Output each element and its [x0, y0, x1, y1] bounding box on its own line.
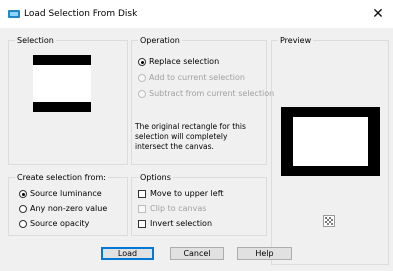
- title-bar: Load Selection From Disk ✕: [0, 0, 393, 28]
- help-button[interactable]: Help: [237, 247, 292, 260]
- move-to-upper-left-checkbox[interactable]: [138, 190, 146, 198]
- selection-panel: Selection: [8, 36, 128, 165]
- any-non-zero-radio[interactable]: [19, 205, 27, 213]
- selection-thumbnail-bottom-bar: [33, 102, 91, 112]
- close-icon[interactable]: ✕: [369, 5, 387, 23]
- clip-to-canvas-checkbox[interactable]: [138, 205, 146, 213]
- preview-image-inner: [293, 117, 368, 166]
- operation-panel: Operation Replace selection Add to curre…: [131, 36, 274, 165]
- preview-panel-title: Preview: [278, 36, 314, 45]
- subtract-from-selection-label: Subtract from current selection: [149, 89, 275, 98]
- preview-image: [281, 107, 380, 176]
- replace-selection-option[interactable]: Replace selection: [138, 57, 264, 67]
- intersect-message: The original rectangle for this selectio…: [135, 122, 246, 151]
- operation-panel-title: Operation: [138, 36, 182, 45]
- add-to-selection-radio[interactable]: [138, 74, 146, 82]
- any-non-zero-label: Any non-zero value: [30, 204, 108, 213]
- selection-panel-title: Selection: [15, 36, 56, 45]
- invert-selection-option[interactable]: Invert selection: [138, 219, 264, 229]
- options-panel: Options Move to upper left Clip to canva…: [131, 173, 267, 236]
- source-opacity-option[interactable]: Source opacity: [19, 219, 124, 229]
- load-button[interactable]: Load: [101, 247, 154, 260]
- replace-selection-label: Replace selection: [149, 57, 220, 66]
- subtract-from-selection-option[interactable]: Subtract from current selection: [138, 89, 274, 99]
- app-icon: [8, 10, 20, 18]
- create-selection-from-title: Create selection from:: [15, 173, 108, 182]
- invert-selection-checkbox[interactable]: [138, 220, 146, 228]
- source-opacity-label: Source opacity: [30, 219, 90, 228]
- invert-selection-label: Invert selection: [150, 219, 213, 228]
- cancel-button[interactable]: Cancel: [170, 247, 224, 260]
- move-to-upper-left-option[interactable]: Move to upper left: [138, 189, 264, 199]
- source-luminance-radio[interactable]: [19, 190, 27, 198]
- options-panel-title: Options: [138, 173, 173, 182]
- subtract-from-selection-radio[interactable]: [138, 90, 146, 98]
- zoom-icon[interactable]: [323, 215, 335, 227]
- clip-to-canvas-option[interactable]: Clip to canvas: [138, 204, 264, 214]
- selection-thumbnail: [33, 55, 91, 112]
- source-luminance-label: Source luminance: [30, 189, 102, 198]
- move-to-upper-left-label: Move to upper left: [150, 189, 224, 198]
- preview-panel: Preview: [271, 36, 389, 265]
- selection-thumbnail-top-bar: [33, 55, 91, 65]
- clip-to-canvas-label: Clip to canvas: [150, 204, 207, 213]
- checker-icon: [325, 217, 333, 225]
- create-selection-from-panel: Create selection from: Source luminance …: [8, 173, 128, 236]
- source-opacity-radio[interactable]: [19, 220, 27, 228]
- any-non-zero-option[interactable]: Any non-zero value: [19, 204, 124, 214]
- window-title: Load Selection From Disk: [24, 9, 138, 19]
- replace-selection-radio[interactable]: [138, 58, 146, 66]
- source-luminance-option[interactable]: Source luminance: [19, 189, 124, 199]
- add-to-selection-label: Add to current selection: [149, 73, 245, 82]
- add-to-selection-option[interactable]: Add to current selection: [138, 73, 264, 83]
